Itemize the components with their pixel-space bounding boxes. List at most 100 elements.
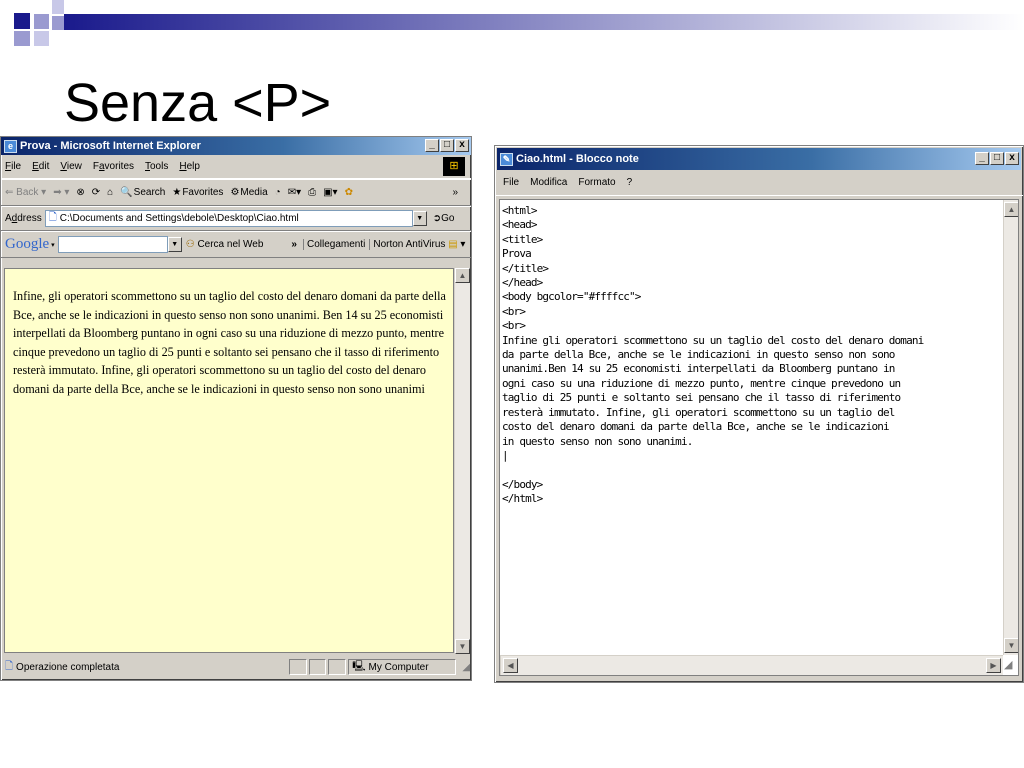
notepad-line: </title> [502, 261, 549, 275]
notepad-scroll-down-button[interactable]: ▼ [1004, 638, 1018, 653]
notepad-line: </body> [502, 477, 543, 491]
resize-grip-icon[interactable]: ◢ [462, 662, 470, 673]
notepad-close-button[interactable]: x [1005, 152, 1019, 165]
notepad-line: <br> [502, 319, 526, 333]
minimize-button[interactable]: _ [425, 139, 439, 152]
computer-icon: 🖳 [352, 660, 366, 672]
menu-tools[interactable]: Tools [145, 161, 168, 172]
notepad-scroll-right-button[interactable]: ▶ [986, 658, 1001, 673]
edit-icon[interactable]: ▣▾ [323, 187, 337, 198]
page-paragraph: Infine, gli operatori scommettono su un … [13, 289, 446, 396]
notepad-vertical-scrollbar[interactable]: ▲ ▼ [1003, 200, 1018, 655]
done-page-icon: 🗋 [5, 660, 14, 672]
status-zone: 🖳 My Computer [348, 659, 457, 675]
norton-icon: ▤ [448, 239, 458, 250]
links-button[interactable]: Collegamenti [302, 239, 365, 250]
favorites-icon: ★ [172, 187, 182, 198]
notepad-maximize-button[interactable]: □ [990, 152, 1004, 165]
google-search-dropdown[interactable]: ▼ [167, 237, 182, 252]
notepad-line: resterà immutato. Infine, gli operatori … [502, 405, 895, 419]
ie-title: Prova - Microsoft Internet Explorer [20, 140, 201, 152]
address-dropdown-button[interactable]: ▼ [412, 211, 427, 226]
slide-title: Senza <P> [64, 73, 332, 133]
ie-titlebar[interactable]: e Prova - Microsoft Internet Explorer _ … [1, 137, 471, 155]
ie-page-content: Infine, gli operatori scommettono su un … [4, 268, 454, 653]
notepad-menu-formato[interactable]: Formato [578, 177, 615, 188]
notepad-line: costo del denaro domani da parte della B… [502, 420, 890, 434]
stop-icon[interactable]: ⊗ [76, 187, 84, 198]
ie-menubar: File Edit View Favorites Tools Help ⊞ [1, 155, 471, 179]
notepad-menu-modifica[interactable]: Modifica [530, 177, 567, 188]
scroll-up-button[interactable]: ▲ [455, 268, 470, 283]
favorites-button[interactable]: ★Favorites [172, 187, 223, 198]
media-button[interactable]: ⚙Media [230, 187, 267, 198]
notepad-text[interactable]: <html> <head> <title> Prova </title> </h… [500, 200, 1018, 507]
home-icon[interactable]: ⌂ [107, 187, 113, 198]
notepad-title: Ciao.html - Blocco note [516, 153, 639, 165]
notepad-horizontal-scrollbar[interactable]: ◀ ▶ [500, 655, 1003, 675]
back-button[interactable]: ⇐ Back ▾ [5, 187, 46, 198]
slide-decoration [14, 0, 1024, 46]
status-pane-1 [289, 659, 307, 675]
ie-app-icon: e [4, 139, 17, 153]
ie-statusbar: 🗋 Operazione completata 🖳 My Computer ◢ [2, 657, 470, 677]
menu-help[interactable]: Help [179, 161, 200, 172]
notepad-menu-file[interactable]: File [503, 177, 519, 188]
google-toolbar: Google ▾ ▼ ⚇ Cerca nel Web » Collegament… [1, 231, 471, 258]
address-label: Address [5, 213, 42, 224]
notepad-edit-area[interactable]: <html> <head> <title> Prova </title> </h… [499, 199, 1019, 676]
print-icon[interactable]: ⎙ [308, 187, 316, 198]
history-icon[interactable]: ◔ [275, 187, 281, 198]
notepad-line: | [502, 448, 509, 462]
go-button[interactable]: ➲Go [433, 213, 455, 224]
notepad-line: ogni caso su una riduzione di mezzo punt… [502, 376, 901, 390]
links-chevron-icon[interactable]: » [291, 239, 297, 250]
go-icon: ➲ [432, 213, 442, 224]
notepad-menu-help[interactable]: ? [627, 177, 633, 188]
close-button[interactable]: x [455, 139, 469, 152]
notepad-line: <head> [502, 218, 537, 232]
menu-view[interactable]: View [60, 161, 82, 172]
norton-antivirus-button[interactable]: Norton AntiVirus ▤ ▾ [369, 239, 465, 250]
messenger-icon[interactable]: ✿ [345, 187, 353, 198]
notepad-scroll-left-button[interactable]: ◀ [503, 658, 518, 673]
google-search-button[interactable]: ⚇ Cerca nel Web [186, 239, 264, 250]
menu-favorites[interactable]: Favorites [93, 161, 134, 172]
notepad-app-icon: ✎ [500, 152, 513, 166]
notepad-scroll-up-button[interactable]: ▲ [1004, 202, 1018, 217]
ie-vertical-scrollbar[interactable]: ▲ ▼ [454, 268, 470, 654]
toolbar-chevron-icon[interactable]: » [452, 187, 458, 198]
notepad-line: Prova [502, 247, 532, 261]
status-text: Operazione completata [16, 661, 120, 673]
binoculars-icon: ⚇ [185, 239, 195, 250]
maximize-button[interactable]: □ [440, 139, 454, 152]
menu-edit[interactable]: Edit [32, 161, 49, 172]
status-pane-2 [308, 659, 327, 675]
notepad-menubar: File Modifica Formato ? [495, 170, 1023, 196]
address-input[interactable]: 🗋 C:\Documents and Settings\debole\Deskt… [44, 210, 413, 227]
menu-file[interactable]: File [5, 161, 21, 172]
google-logo[interactable]: Google [5, 236, 49, 253]
search-button[interactable]: 🔍Search [120, 187, 165, 198]
scroll-down-button[interactable]: ▼ [455, 639, 470, 654]
windows-logo-icon: ⊞ [443, 157, 465, 176]
refresh-icon[interactable]: ⟳ [92, 187, 100, 198]
notepad-line: <body bgcolor="#ffffcc"> [502, 290, 641, 304]
address-bar: Address 🗋 C:\Documents and Settings\debo… [1, 206, 471, 231]
notepad-line: Infine gli operatori scommettono su un t… [502, 333, 924, 347]
notepad-titlebar[interactable]: ✎ Ciao.html - Blocco note _ □ x [497, 148, 1021, 170]
mail-icon[interactable]: ✉▾ [288, 187, 301, 198]
notepad-line: </head> [502, 276, 543, 290]
page-icon: 🗋 [48, 212, 57, 223]
notepad-minimize-button[interactable]: _ [975, 152, 989, 165]
forward-button[interactable]: ➡ ▾ [53, 187, 69, 198]
notepad-line: in questo senso non sono unanimi. [502, 434, 693, 448]
notepad-line: <br> [502, 304, 526, 318]
notepad-resize-grip-icon[interactable]: ◢ [1004, 658, 1012, 671]
notepad-line: unanimi.Ben 14 su 25 economisti interpel… [502, 362, 895, 376]
notepad-line: <html> [502, 204, 537, 217]
google-logo-dropdown-icon[interactable]: ▾ [51, 241, 55, 249]
google-search-input[interactable] [57, 236, 168, 253]
notepad-line: <title> [502, 232, 543, 246]
status-pane-3 [328, 659, 347, 675]
